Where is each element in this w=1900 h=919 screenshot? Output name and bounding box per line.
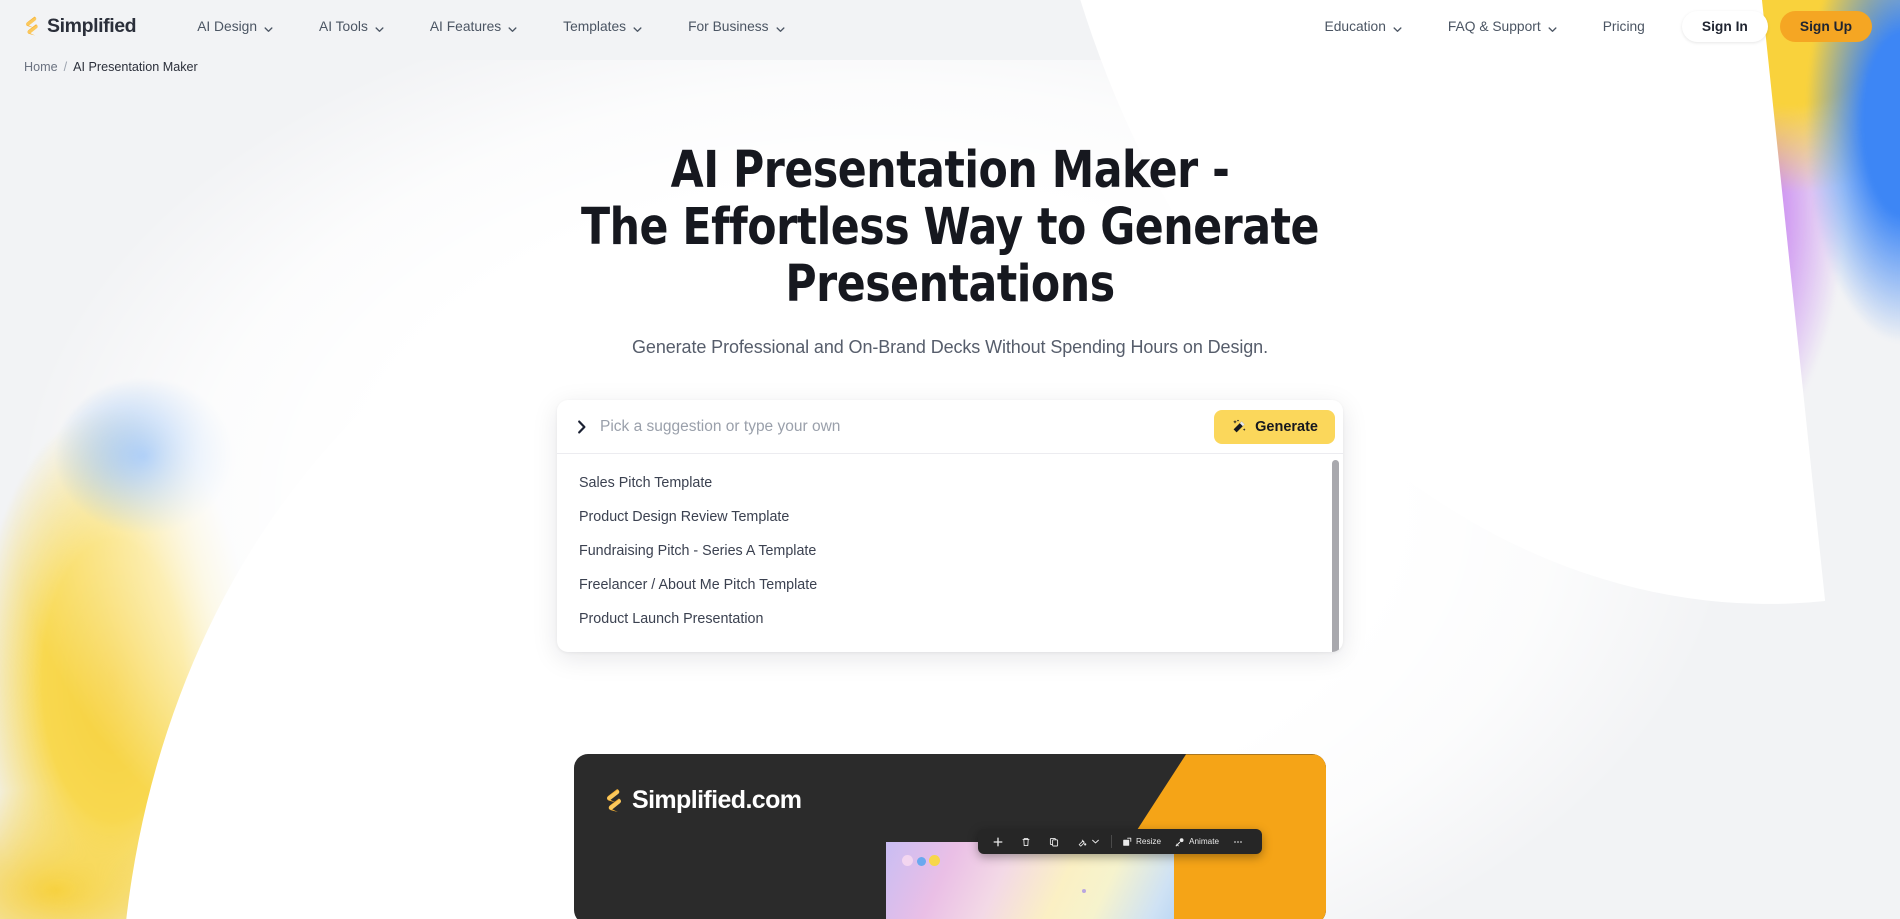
page-title-line-2: The Effortless Way to Generate [580, 198, 1320, 258]
nav-item-label: AI Features [429, 18, 502, 34]
list-item[interactable]: Sales Pitch Template [557, 466, 1343, 500]
chevron-down-icon [264, 22, 273, 32]
breadcrumb-current-page: AI Presentation Maker [73, 60, 198, 74]
list-item[interactable]: Product Launch Presentation [557, 602, 1343, 636]
generate-button-label: Generate [1255, 418, 1318, 435]
nav-primary-group: AI Design AI Tools AI Features Templates [174, 19, 807, 34]
product-preview-card[interactable]: Simplified.com Resize Animate [574, 754, 1326, 919]
chevron-down-icon [1393, 22, 1402, 32]
chevron-down-icon [375, 22, 384, 32]
slide-dot [917, 857, 926, 867]
simplified-bolt-logo-icon [602, 788, 625, 813]
gradient-blob-left [0, 330, 290, 919]
slide-dot [929, 855, 940, 867]
page-subtitle: Generate Professional and On-Brand Decks… [632, 337, 1268, 358]
nav-item-label: For Business [688, 18, 769, 34]
toolbar-more-button[interactable] [1226, 829, 1254, 854]
color-picker-icon [1077, 837, 1087, 847]
preview-brand-label: Simplified.com [632, 786, 802, 815]
suggestion-list: Sales Pitch Template Product Design Revi… [557, 454, 1343, 653]
nav-item-label: Pricing [1602, 18, 1645, 34]
canvas-floating-toolbar: Resize Animate [978, 829, 1263, 855]
toolbar-color-button[interactable] [1070, 829, 1108, 854]
nav-item-education[interactable]: Education [1302, 19, 1425, 34]
chevron-down-icon [776, 22, 785, 32]
chevron-down-icon [508, 22, 517, 32]
animate-icon [1175, 837, 1185, 847]
magic-wand-icon [1231, 419, 1247, 435]
list-item[interactable]: Fundraising Pitch - Series A Template [557, 534, 1343, 568]
generate-button[interactable]: Generate [1214, 409, 1335, 444]
brand-logo[interactable]: Simplified [22, 14, 137, 38]
preview-brand: Simplified.com [602, 786, 802, 815]
resize-icon [1122, 837, 1132, 847]
nav-secondary-group: Education FAQ & Support Pricing Sign In … [1302, 10, 1878, 42]
nav-item-label: FAQ & Support [1447, 18, 1541, 34]
nav-item-for-business[interactable]: For Business [665, 19, 808, 34]
slide-dot [1082, 889, 1086, 894]
list-item[interactable]: Freelancer / About Me Pitch Template [557, 568, 1343, 602]
page-title: AI Presentation Maker - The Effortless W… [564, 142, 1336, 313]
chevron-down-icon [1548, 22, 1557, 32]
breadcrumb-home-link[interactable]: Home [24, 60, 58, 74]
nav-item-label: AI Design [197, 18, 258, 34]
toolbar-divider [1111, 835, 1112, 849]
nav-item-ai-design[interactable]: AI Design [174, 19, 296, 34]
brand-name-label: Simplified [47, 14, 137, 37]
toolbar-animate-button[interactable]: Animate [1168, 829, 1226, 854]
nav-item-label: Templates [563, 18, 627, 34]
list-item[interactable]: Product Design Review Template [557, 500, 1343, 534]
sign-in-button[interactable]: Sign In [1681, 10, 1768, 42]
toolbar-delete-button[interactable] [1014, 829, 1042, 854]
breadcrumb-separator: / [63, 60, 68, 74]
nav-item-label: Education [1324, 18, 1386, 34]
nav-item-label: AI Tools [319, 18, 368, 34]
prompt-input[interactable] [600, 417, 1215, 436]
nav-item-faq-support[interactable]: FAQ & Support [1425, 19, 1580, 34]
suggestion-scrollbar-thumb[interactable] [1332, 460, 1339, 653]
chevron-down-icon [633, 22, 642, 32]
hero-section: AI Presentation Maker - The Effortless W… [0, 74, 1900, 358]
nav-item-ai-features[interactable]: AI Features [407, 19, 540, 34]
toolbar-resize-button[interactable]: Resize [1115, 829, 1168, 854]
page-title-line-3: Presentations [785, 255, 1115, 315]
sign-up-button[interactable]: Sign Up [1779, 10, 1872, 42]
chevron-right-icon [573, 418, 591, 436]
more-horizontal-icon [1233, 837, 1243, 847]
nav-item-pricing[interactable]: Pricing [1580, 19, 1668, 34]
toolbar-animate-label: Animate [1189, 837, 1220, 847]
toolbar-duplicate-button[interactable] [1042, 829, 1070, 854]
breadcrumb: Home / AI Presentation Maker [0, 52, 1900, 74]
toolbar-resize-label: Resize [1136, 837, 1162, 847]
nav-item-ai-tools[interactable]: AI Tools [296, 19, 407, 34]
page-title-line-1: AI Presentation Maker - [670, 141, 1230, 200]
trash-icon [1021, 837, 1031, 847]
duplicate-icon [1049, 837, 1059, 847]
simplified-bolt-logo-icon [22, 16, 41, 36]
toolbar-add-button[interactable] [986, 829, 1014, 854]
chevron-down-icon [1091, 837, 1101, 847]
plus-icon [993, 837, 1003, 847]
prompt-card: Generate Sales Pitch Template Product De… [557, 400, 1343, 653]
top-navigation-bar: Simplified AI Design AI Tools AI Feature… [0, 0, 1900, 52]
prompt-input-row: Generate [557, 400, 1343, 455]
prompt-panel: Generate Sales Pitch Template Product De… [557, 400, 1343, 653]
nav-item-templates[interactable]: Templates [540, 19, 665, 34]
slide-dot [902, 855, 913, 867]
